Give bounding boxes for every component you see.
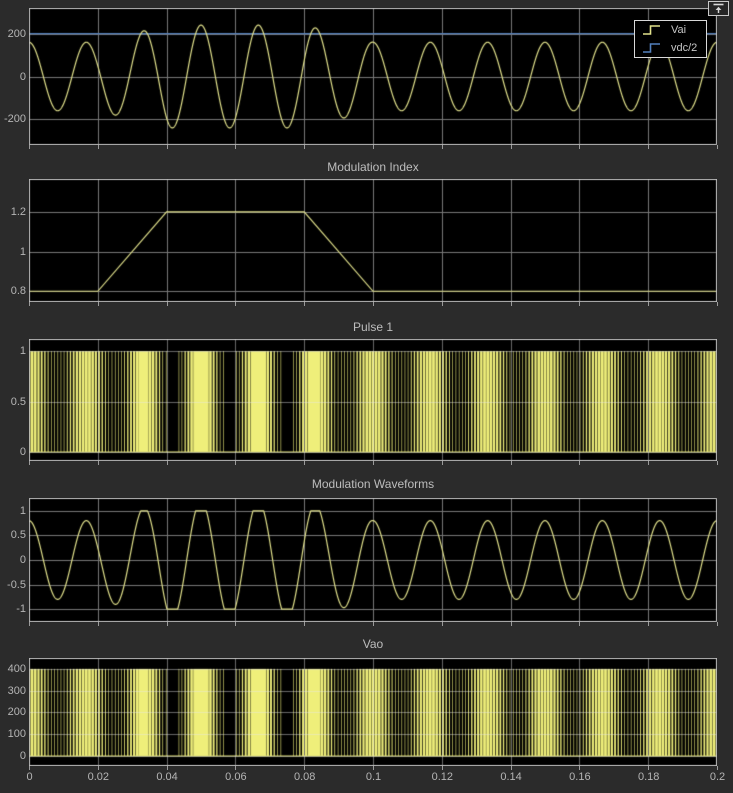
y-tick-label: 1 <box>19 504 26 517</box>
y-tick-label: 0 <box>19 749 26 762</box>
x-tick-mark <box>579 145 581 149</box>
x-tick-mark <box>510 302 512 306</box>
y-tick-label: 300 <box>7 684 26 697</box>
x-tick-mark <box>373 461 374 465</box>
x-tick-mark <box>648 622 650 626</box>
y-tick-label: -0.5 <box>7 578 26 591</box>
x-tick-mark <box>373 302 374 306</box>
x-tick-mark <box>648 461 650 465</box>
dock-arrow-up-icon <box>713 3 724 13</box>
x-tick-mark <box>304 302 306 306</box>
pulse1-plot-canvas[interactable] <box>29 339 717 461</box>
x-tick-mark <box>441 622 443 626</box>
y-tick-label: 1.2 <box>10 205 26 218</box>
x-tick-mark <box>304 145 306 149</box>
dock-figure-button[interactable] <box>708 1 729 16</box>
x-tick-label: 0 <box>26 771 33 783</box>
x-tick-mark <box>717 302 718 306</box>
plot-title-vao: Vao <box>362 637 384 651</box>
x-tick-mark <box>579 622 581 626</box>
legend-label-vai: Vai <box>671 24 687 37</box>
y-tick-label: 0 <box>19 70 26 83</box>
legend[interactable]: Vai vdc/2 <box>634 20 707 58</box>
x-tick-mark <box>166 461 168 465</box>
x-tick-mark <box>97 461 99 465</box>
x-tick-mark <box>579 302 581 306</box>
y-tick-label: -1 <box>16 603 26 616</box>
x-tick-mark <box>510 622 512 626</box>
x-tick-mark <box>166 622 168 626</box>
modulation-index-plot-canvas[interactable] <box>29 179 717 302</box>
x-tick-mark <box>373 622 374 626</box>
y-tick-label: 0.5 <box>10 529 26 542</box>
y-tick-label: 1 <box>19 345 26 358</box>
x-tick-mark <box>717 622 718 626</box>
x-tick-mark <box>579 461 581 465</box>
modulation-waveforms-plot-canvas[interactable] <box>29 498 717 622</box>
x-tick-mark <box>97 145 99 149</box>
plot-title-modulation-waveforms: Modulation Waveforms <box>311 477 435 491</box>
x-tick-mark <box>510 145 512 149</box>
vao-plot-canvas[interactable] <box>29 658 717 766</box>
legend-entry-vdc2[interactable]: vdc/2 <box>635 39 706 56</box>
x-tick-mark <box>304 622 306 626</box>
x-tick-mark <box>29 461 30 465</box>
y-tick-label: 100 <box>7 728 26 741</box>
y-tick-label: 0 <box>19 445 26 458</box>
x-tick-label: 0.14 <box>500 771 522 783</box>
x-tick-mark <box>29 302 30 306</box>
step-line-icon <box>643 25 660 35</box>
x-tick-mark <box>29 145 30 149</box>
x-tick-mark <box>717 461 718 465</box>
x-tick-mark <box>648 145 650 149</box>
x-tick-mark <box>166 145 168 149</box>
plot-title-pulse1: Pulse 1 <box>352 320 394 334</box>
plot-title-modulation-index: Modulation Index <box>327 160 419 174</box>
y-tick-label: 200 <box>7 706 26 719</box>
x-tick-label: 0.2 <box>709 771 726 783</box>
x-tick-label: 0.06 <box>225 771 247 783</box>
x-tick-label: 0.02 <box>87 771 109 783</box>
x-tick-mark <box>441 302 443 306</box>
x-tick-mark <box>648 302 650 306</box>
x-tick-mark <box>235 302 237 306</box>
y-tick-label: 1 <box>19 245 26 258</box>
step-line-icon <box>643 43 660 53</box>
x-tick-mark <box>441 461 443 465</box>
x-tick-mark <box>235 622 237 626</box>
x-tick-mark <box>97 622 99 626</box>
x-tick-mark <box>235 461 237 465</box>
x-tick-label: 0.04 <box>156 771 178 783</box>
x-tick-mark <box>510 461 512 465</box>
y-tick-label: 0.8 <box>10 285 26 298</box>
x-tick-label: 0.1 <box>365 771 382 783</box>
y-tick-label: 200 <box>7 27 26 40</box>
x-tick-label: 0.08 <box>293 771 316 783</box>
x-tick-mark <box>441 145 443 149</box>
y-tick-label: -200 <box>3 113 26 126</box>
x-tick-label: 0.18 <box>637 771 660 783</box>
y-tick-label: 0 <box>19 554 26 566</box>
x-tick-label: 0.12 <box>431 771 453 783</box>
x-tick-label: 0.16 <box>569 771 591 783</box>
scope-figure: Modulation Index Pulse 1 Modulation Wave… <box>0 0 733 793</box>
x-tick-mark <box>97 302 99 306</box>
x-tick-mark <box>235 145 237 149</box>
x-tick-mark <box>373 145 374 149</box>
legend-label-vdc2: vdc/2 <box>671 41 698 54</box>
vai-vdc-plot-canvas[interactable] <box>29 8 717 145</box>
x-tick-mark <box>304 461 306 465</box>
x-tick-mark <box>166 302 168 306</box>
x-tick-mark <box>717 145 718 149</box>
y-tick-label: 400 <box>7 662 26 675</box>
y-tick-label: 0.5 <box>10 395 26 408</box>
legend-entry-vai[interactable]: Vai <box>635 22 706 39</box>
x-tick-mark <box>29 622 30 626</box>
